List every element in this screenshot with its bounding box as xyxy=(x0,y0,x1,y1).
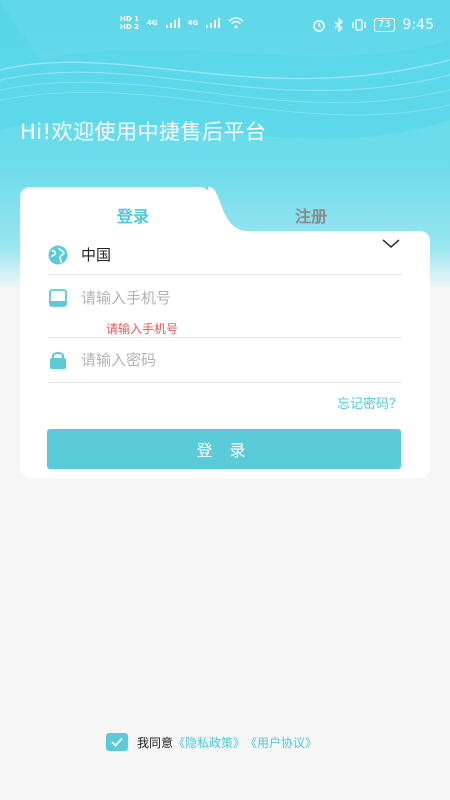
status-bar: HD 1 HD 2 4G 4G 73 9:45 xyxy=(0,0,450,52)
signal-icon xyxy=(206,18,221,28)
phone-icon xyxy=(48,288,68,308)
user-agreement-link[interactable]: 《用户协议》 xyxy=(245,734,317,751)
tab-login-label[interactable]: 登录 xyxy=(117,203,149,227)
wifi-icon xyxy=(228,17,244,29)
agree-checkbox[interactable] xyxy=(106,733,128,751)
password-input[interactable] xyxy=(81,351,381,369)
country-selector[interactable]: 中国 xyxy=(48,235,402,275)
tab-register[interactable]: 注册 xyxy=(295,203,327,227)
phone-input[interactable] xyxy=(81,289,381,307)
country-value: 中国 xyxy=(81,246,112,264)
tab-curve-decoration xyxy=(208,187,248,233)
agreement-row: 我同意 《隐私政策》 《用户协议》 xyxy=(106,733,317,751)
agree-text: 我同意 xyxy=(137,735,174,750)
sim-indicator: HD 1 HD 2 xyxy=(120,15,139,31)
network-type-2: 4G xyxy=(187,19,199,27)
globe-icon xyxy=(48,245,68,265)
lock-icon xyxy=(48,350,68,370)
phone-error-message: 请输入手机号 xyxy=(106,322,179,336)
login-card: 登录 注册 中国 请输入手机号 请输入手机号 忘记密码？ 登 录 xyxy=(20,187,430,478)
login-button[interactable]: 登 录 xyxy=(47,429,401,469)
vibrate-icon xyxy=(352,19,366,31)
tab-login[interactable] xyxy=(20,187,210,235)
forgot-password-link[interactable]: 忘记密码？ xyxy=(337,393,402,412)
network-type-1: 4G xyxy=(146,19,158,27)
battery-icon: 73 xyxy=(373,18,395,32)
privacy-policy-link[interactable]: 《隐私政策》 xyxy=(173,734,245,751)
chevron-down-icon[interactable] xyxy=(382,239,400,249)
phone-row xyxy=(48,285,402,311)
clock: 9:45 xyxy=(402,17,434,33)
bluetooth-icon xyxy=(334,18,343,32)
password-row xyxy=(48,337,402,383)
alarm-icon xyxy=(313,20,325,32)
welcome-title: Hi!欢迎使用中捷售后平台 xyxy=(20,120,267,144)
signal-icon xyxy=(165,18,180,28)
checkmark-icon xyxy=(111,737,123,747)
